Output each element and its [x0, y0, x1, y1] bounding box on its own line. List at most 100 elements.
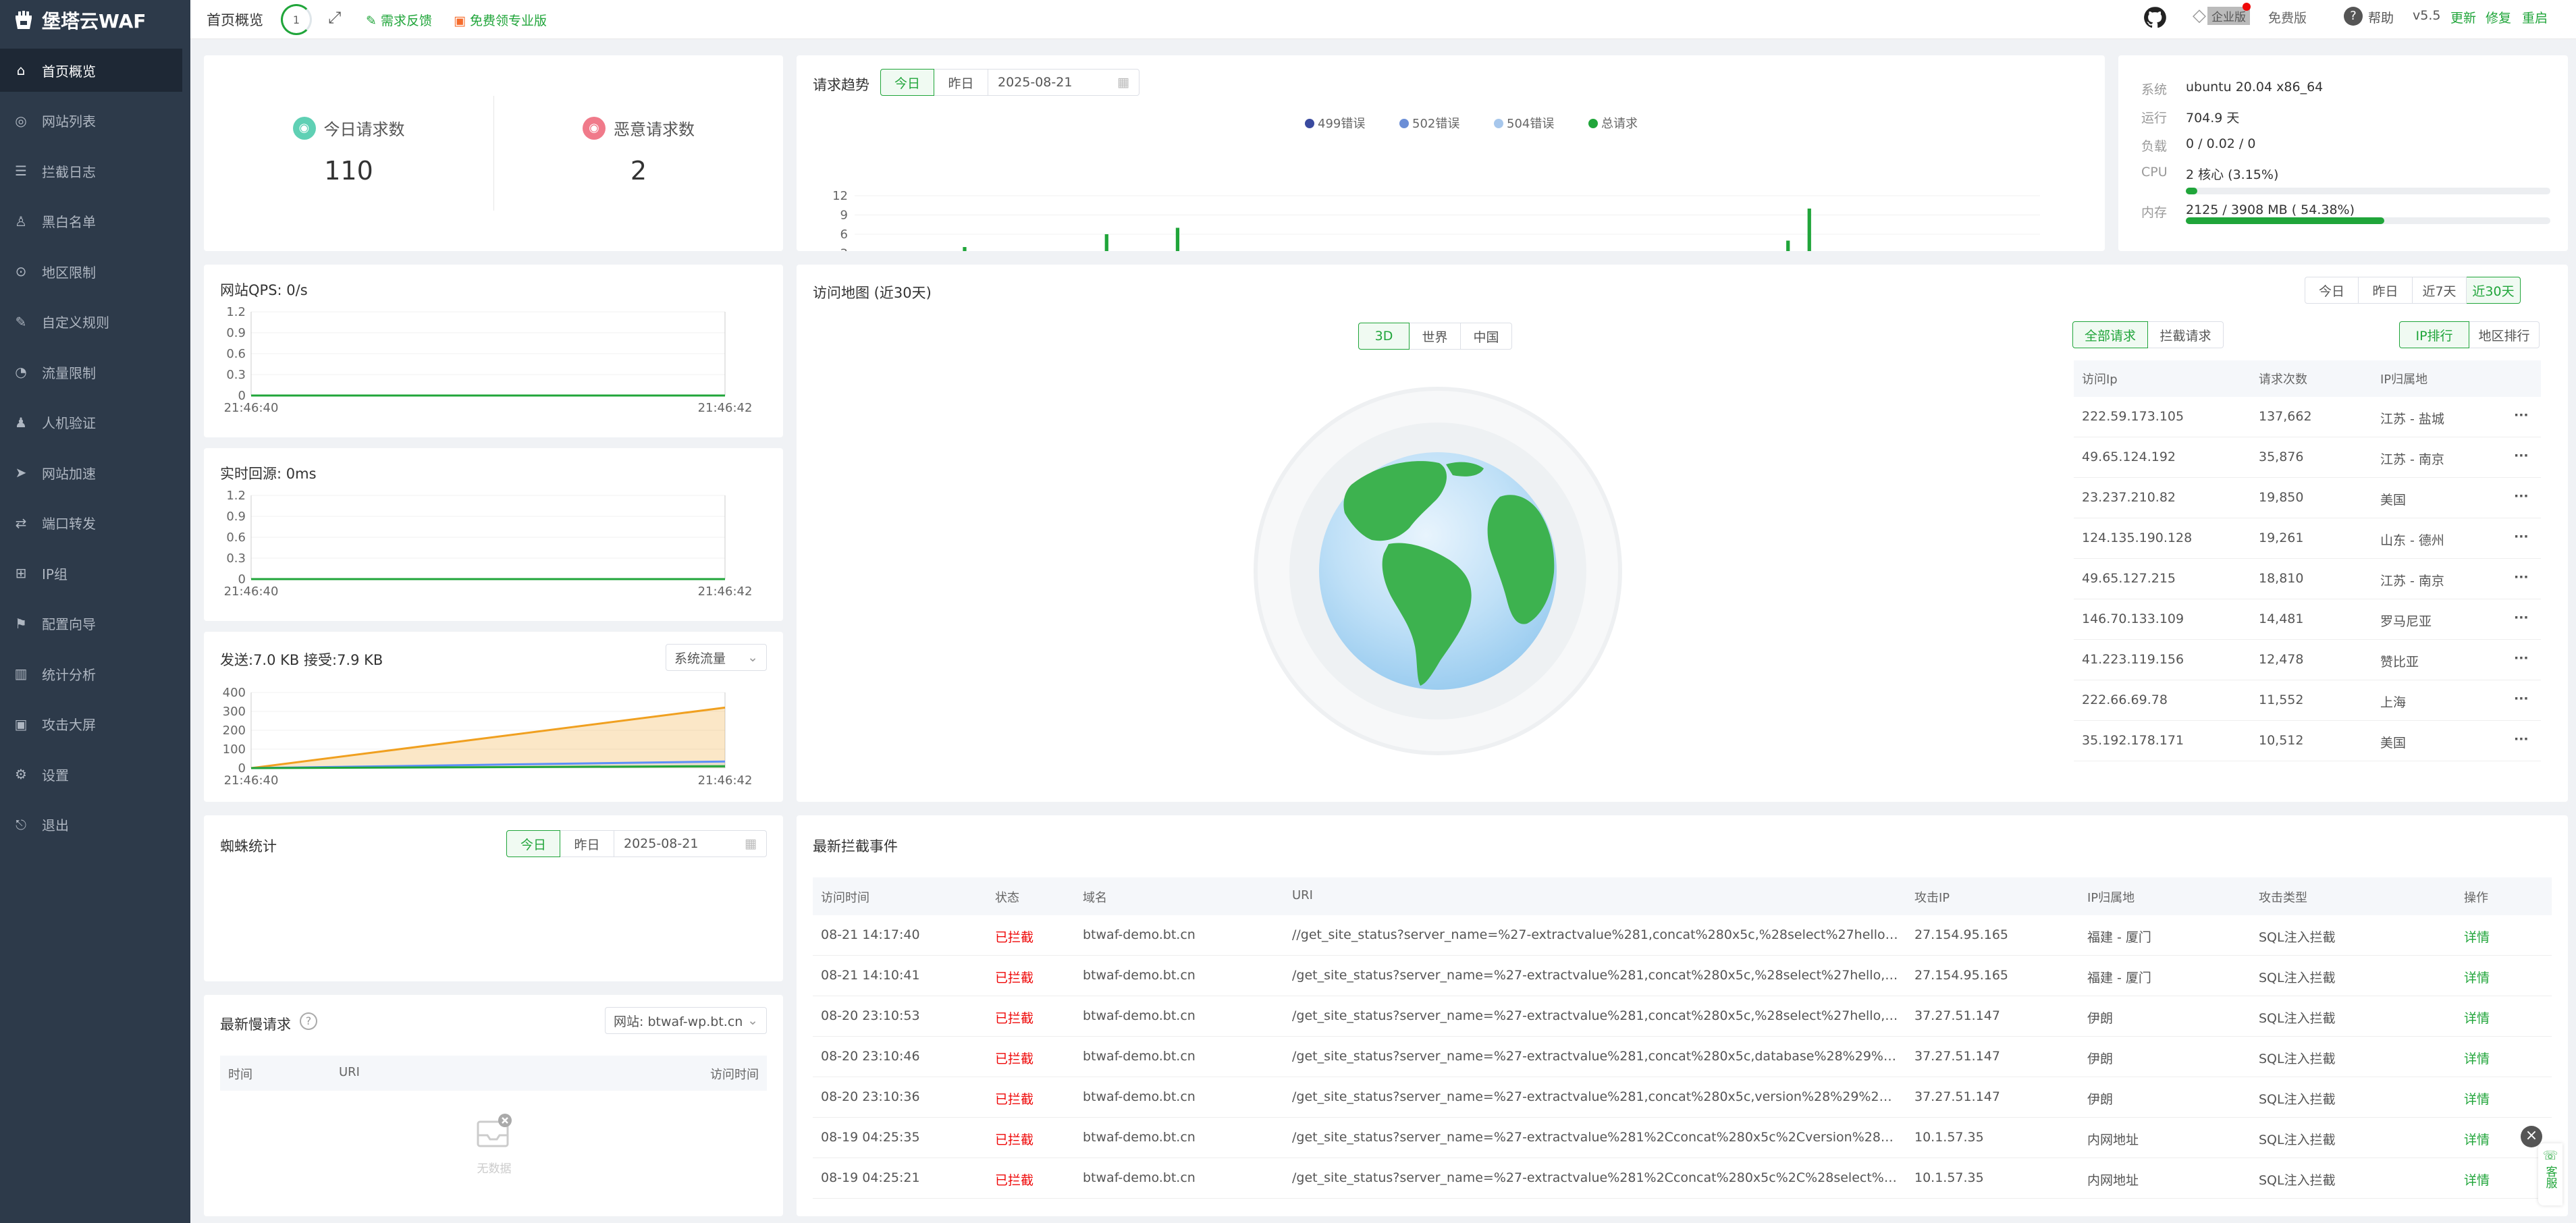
trend-yesterday-button[interactable]: 昨日 — [934, 69, 988, 96]
sidebar-item-15[interactable]: ⎋ 退出 — [0, 803, 182, 846]
more-icon[interactable]: ··· — [2514, 610, 2529, 625]
repair-link[interactable]: 修复 — [2486, 8, 2511, 26]
map-range-button-2[interactable]: 近7天 — [2413, 277, 2467, 304]
legend-item-2[interactable]: 504错误 — [1494, 117, 1554, 131]
map-filter-button-0[interactable]: 全部请求 — [2072, 321, 2148, 348]
ip-rank-row[interactable]: 23.237.210.82 19,850 美国 ··· — [2074, 478, 2541, 518]
help-icon[interactable]: ? — [2344, 7, 2363, 26]
update-link[interactable]: 更新 — [2450, 8, 2476, 26]
github-icon[interactable] — [2143, 5, 2167, 30]
ip-rank-row[interactable]: 222.66.69.78 11,552 上海 ··· — [2074, 680, 2541, 721]
ip-rank-row[interactable]: 49.65.124.192 35,876 江苏 - 南京 ··· — [2074, 437, 2541, 478]
sidebar-item-label: 攻击大屏 — [42, 717, 96, 733]
more-icon[interactable]: ··· — [2514, 732, 2529, 746]
feedback-link[interactable]: ✎ 需求反馈 — [366, 11, 432, 29]
sidebar-item-1[interactable]: ◎ 网站列表 — [0, 99, 182, 142]
sidebar-item-5[interactable]: ✎ 自定义规则 — [0, 300, 182, 344]
site-select[interactable]: 网站: btwaf-wp.bt.cn ⌄ — [605, 1007, 767, 1034]
map-rank-tabs: IP排行 地区排行 — [2399, 321, 2540, 348]
traffic-select-value: 系统流量 — [674, 651, 726, 666]
more-icon[interactable]: ··· — [2514, 691, 2529, 706]
details-link[interactable]: 详情 — [2464, 1130, 2490, 1148]
customer-service-button[interactable]: ☏ 客服 — [2538, 1143, 2562, 1205]
sidebar-item-8[interactable]: ➤ 网站加速 — [0, 451, 182, 494]
close-icon[interactable]: × — [2521, 1126, 2542, 1147]
sidebar-item-7[interactable]: ♟ 人机验证 — [0, 401, 182, 444]
more-icon[interactable]: ··· — [2514, 448, 2529, 463]
legend-item-3[interactable]: 总请求 — [1588, 117, 1638, 131]
map-range-button-1[interactable]: 昨日 — [2359, 277, 2413, 304]
restart-link[interactable]: 重启 — [2522, 8, 2548, 26]
map-filter-button-1[interactable]: 拦截请求 — [2148, 321, 2224, 348]
details-link[interactable]: 详情 — [2464, 1049, 2490, 1067]
ip-rank-row[interactable]: 222.59.173.105 137,662 江苏 - 盐城 ··· — [2074, 397, 2541, 437]
legend-item-1[interactable]: 502错误 — [1399, 117, 1459, 131]
more-icon[interactable]: ··· — [2514, 570, 2529, 585]
progress-track-mem_pct — [2186, 217, 2550, 224]
trend-date-picker[interactable]: 2025-08-21 ▦ — [988, 69, 1139, 96]
sidebar-item-9[interactable]: ⇄ 端口转发 — [0, 501, 182, 545]
sidebar-item-14[interactable]: ⚙ 设置 — [0, 753, 182, 796]
map-view-button-1[interactable]: 世界 — [1410, 323, 1461, 350]
more-icon[interactable]: ··· — [2514, 408, 2529, 423]
event-row[interactable]: 08-21 14:10:41 已拦截 btwaf-demo.bt.cn/get_si… — [813, 956, 2552, 996]
details-link[interactable]: 详情 — [2464, 927, 2490, 946]
malicious-requests-value: 2 — [630, 156, 647, 186]
ip-address: 146.70.133.109 — [2082, 612, 2184, 626]
help-link[interactable]: 帮助 — [2368, 8, 2394, 26]
map-range-button-0[interactable]: 今日 — [2305, 277, 2359, 304]
event-row[interactable]: 08-19 04:25:35 已拦截 btwaf-demo.bt.cn/get_si… — [813, 1118, 2552, 1158]
question-icon[interactable]: ? — [300, 1012, 317, 1030]
spider-today-button[interactable]: 今日 — [506, 830, 560, 857]
sidebar-item-11[interactable]: ⚑ 配置向导 — [0, 602, 182, 645]
attack-type: SQL注入拦截 — [2259, 1052, 2336, 1066]
spider-yesterday-button[interactable]: 昨日 — [560, 830, 614, 857]
score-badge[interactable]: 1 — [281, 4, 312, 35]
map-view-button-0[interactable]: 3D — [1358, 323, 1410, 350]
app-logo[interactable]: 堡塔云WAF — [0, 0, 190, 40]
trend-today-button[interactable]: 今日 — [880, 69, 934, 96]
ip-rank-row[interactable]: 146.70.133.109 14,481 罗马尼亚 ··· — [2074, 599, 2541, 640]
fullscreen-icon[interactable]: ⤢ — [328, 8, 341, 27]
enterprise-badge[interactable]: ◇ 企业版 — [2193, 3, 2260, 27]
spider-date-picker[interactable]: 2025-08-21 ▦ — [614, 830, 767, 857]
details-link[interactable]: 详情 — [2464, 1089, 2490, 1108]
sidebar-item-3[interactable]: ♙ 黑白名单 — [0, 200, 182, 243]
event-row[interactable]: 08-21 14:17:40 已拦截 btwaf-demo.bt.cn //get_s… — [813, 915, 2552, 956]
legend-item-0[interactable]: 499错误 — [1305, 117, 1365, 131]
free-pro-link[interactable]: ▣ 免费领专业版 — [454, 11, 547, 29]
traffic-select[interactable]: 系统流量 ⌄ — [666, 644, 767, 671]
sidebar-item-13[interactable]: ▣ 攻击大屏 — [0, 703, 182, 746]
ip-rank-row[interactable]: 41.223.119.156 12,478 赞比亚 ··· — [2074, 640, 2541, 680]
details-link[interactable]: 详情 — [2464, 1008, 2490, 1027]
ip-rank-row[interactable]: 124.135.190.128 19,261 山东 - 德州 ··· — [2074, 518, 2541, 559]
ip-rank-row[interactable]: 49.65.127.215 18,810 江苏 - 南京 ··· — [2074, 559, 2541, 599]
uri: /get_site_status?server_name=%27-extract… — [1292, 1049, 1900, 1064]
sidebar-item-10[interactable]: ⊞ IP组 — [0, 551, 182, 595]
details-link[interactable]: 详情 — [2464, 968, 2490, 986]
request-count: 19,850 — [2259, 490, 2304, 505]
sidebar-item-0[interactable]: ⌂ 首页概览 — [0, 49, 182, 92]
event-row[interactable]: 08-20 23:10:46 已拦截 btwaf-demo.bt.cn/get_si… — [813, 1037, 2552, 1077]
ip-rank-row[interactable]: 35.192.178.171 10,512 美国 ··· — [2074, 721, 2541, 761]
sidebar-item-12[interactable]: ▥ 统计分析 — [0, 652, 182, 695]
more-icon[interactable]: ··· — [2514, 529, 2529, 544]
event-row[interactable]: 08-20 23:10:36 已拦截 btwaf-demo.bt.cn/get_si… — [813, 1077, 2552, 1118]
sidebar-item-4[interactable]: ⊙ 地区限制 — [0, 250, 182, 293]
details-link[interactable]: 详情 — [2464, 1170, 2490, 1189]
map-range-button-3[interactable]: 近30天 — [2467, 277, 2521, 304]
map-rank-button-1[interactable]: 地区排行 — [2469, 321, 2540, 348]
map-view-button-2[interactable]: 中国 — [1461, 323, 1512, 350]
sidebar-item-6[interactable]: ◔ 流量限制 — [0, 350, 182, 393]
map-rank-button-0[interactable]: IP排行 — [2399, 321, 2469, 348]
header-action: 操作 — [2464, 891, 2488, 905]
sidebar-item-2[interactable]: ☰ 拦截日志 — [0, 149, 182, 192]
x-tick: 21:46:42 — [698, 401, 753, 415]
more-icon[interactable]: ··· — [2514, 489, 2529, 504]
event-row[interactable]: 08-20 23:10:53 已拦截 btwaf-demo.bt.cn/get_si… — [813, 996, 2552, 1037]
globe — [1254, 387, 1622, 755]
more-icon[interactable]: ··· — [2514, 651, 2529, 665]
legend-dot — [1399, 119, 1409, 128]
ip-location: 江苏 - 南京 — [2380, 574, 2444, 589]
event-row[interactable]: 08-19 04:25:21 已拦截 btwaf-demo.bt.cn/get_si… — [813, 1158, 2552, 1199]
